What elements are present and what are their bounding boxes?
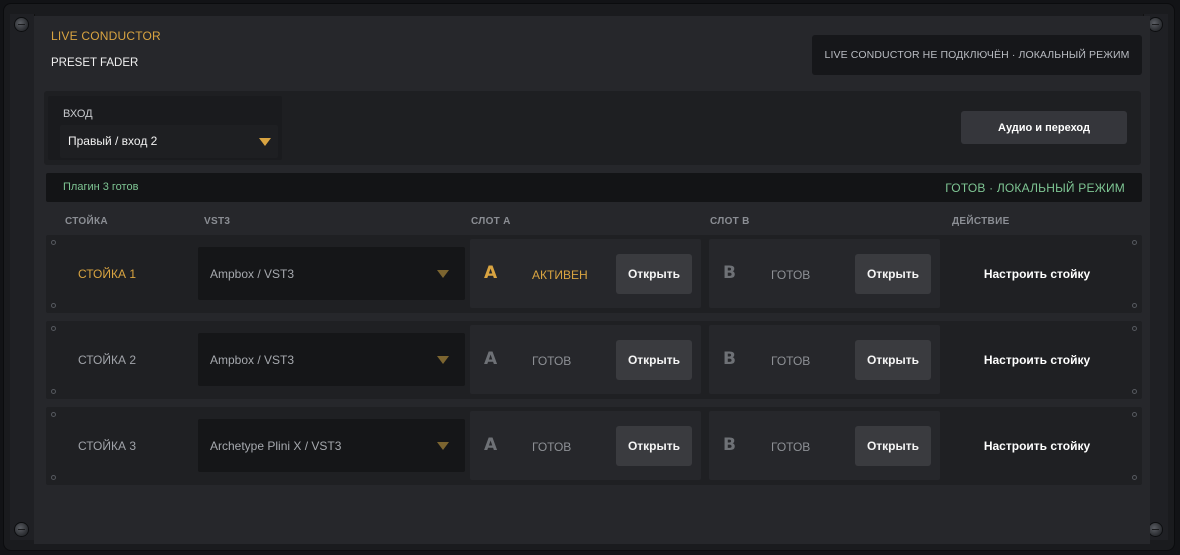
screw-icon xyxy=(15,18,28,31)
slot-b-status: ГОТОВ xyxy=(771,354,811,368)
rack-screw-icon xyxy=(51,326,56,331)
column-header-slot-b: СЛОТ B xyxy=(710,216,750,227)
rack-screw-icon xyxy=(51,240,56,245)
screw-icon xyxy=(1149,523,1162,536)
chevron-down-icon xyxy=(437,270,449,278)
rack-screw-icon xyxy=(51,412,56,417)
slot-b-status: ГОТОВ xyxy=(771,268,811,282)
screw-icon xyxy=(15,523,28,536)
page-subtitle: PRESET FADER xyxy=(51,57,139,69)
open-slot-b-button[interactable]: Открыть xyxy=(855,340,931,380)
slot-a-letter: A xyxy=(484,349,498,369)
vst-select-value: Ampbox / VST3 xyxy=(210,353,295,367)
vst-select[interactable]: Archetype Plini X / VST3 xyxy=(198,419,465,472)
slot-a-status: АКТИВЕН xyxy=(532,268,588,282)
column-header-vst: VST3 xyxy=(204,216,231,227)
slot-b-letter: B xyxy=(723,263,736,283)
vst-select-value: Archetype Plini X / VST3 xyxy=(210,439,342,453)
open-slot-b-button[interactable]: Открыть xyxy=(855,254,931,294)
rack-screw-icon xyxy=(51,475,56,480)
rack-screw-icon xyxy=(1132,475,1137,480)
rack-screw-icon xyxy=(51,389,56,394)
rack-name: СТОЙКА 3 xyxy=(78,439,137,453)
open-slot-a-button[interactable]: Открыть xyxy=(616,426,692,466)
connection-status: LIVE CONDUCTOR НЕ ПОДКЛЮЧЁН · ЛОКАЛЬНЫЙ … xyxy=(812,35,1142,75)
rack-screw-icon xyxy=(1132,326,1137,331)
input-select[interactable]: Правый / вход 2 xyxy=(60,125,278,158)
slot-b-letter: B xyxy=(723,435,736,455)
input-select-value: Правый / вход 2 xyxy=(68,134,158,148)
chevron-down-icon xyxy=(437,356,449,364)
rack-row: СТОЙКА 3 Archetype Plini X / VST3 A ГОТО… xyxy=(46,407,1142,485)
vst-select-value: Ampbox / VST3 xyxy=(210,267,295,281)
brand-title: LIVE CONDUCTOR xyxy=(51,29,161,43)
slot-b: B ГОТОВ Открыть xyxy=(709,239,940,308)
slot-a-letter: A xyxy=(484,263,498,283)
vst-select[interactable]: Ampbox / VST3 xyxy=(198,333,465,386)
input-label: ВХОД xyxy=(63,108,93,120)
configure-rack-button[interactable]: Настроить стойку xyxy=(952,259,1122,289)
main-panel: LIVE CONDUCTOR PRESET FADER LIVE CONDUCT… xyxy=(34,16,1150,544)
slot-a: A ГОТОВ Открыть xyxy=(470,325,701,394)
rack-name: СТОЙКА 2 xyxy=(78,353,137,367)
slot-a-status: ГОТОВ xyxy=(532,440,572,454)
rack-row: СТОЙКА 1 Ampbox / VST3 A АКТИВЕН Открыть… xyxy=(46,235,1142,313)
slot-a: A АКТИВЕН Открыть xyxy=(470,239,701,308)
open-slot-b-button[interactable]: Открыть xyxy=(855,426,931,466)
plugin-status: Плагин 3 готов xyxy=(63,181,139,193)
column-header-slot-a: СЛОТ A xyxy=(471,216,511,227)
screw-icon xyxy=(1149,18,1162,31)
chevron-down-icon xyxy=(259,138,271,146)
slot-a: A ГОТОВ Открыть xyxy=(470,411,701,480)
configure-rack-button[interactable]: Настроить стойку xyxy=(952,431,1122,461)
column-header-action: ДЕЙСТВИЕ xyxy=(952,216,1010,227)
input-group: ВХОД Правый / вход 2 xyxy=(48,96,282,160)
configure-rack-button[interactable]: Настроить стойку xyxy=(952,345,1122,375)
open-slot-a-button[interactable]: Открыть xyxy=(616,340,692,380)
vst-select[interactable]: Ampbox / VST3 xyxy=(198,247,465,300)
rack-screw-icon xyxy=(1132,389,1137,394)
slot-b-letter: B xyxy=(723,349,736,369)
app-window: LIVE CONDUCTOR PRESET FADER LIVE CONDUCT… xyxy=(3,3,1175,551)
status-bar: Плагин 3 готов ГОТОВ · ЛОКАЛЬНЫЙ РЕЖИМ xyxy=(46,173,1142,202)
left-rack-rail xyxy=(10,14,35,540)
rack-row: СТОЙКА 2 Ampbox / VST3 A ГОТОВ Открыть B… xyxy=(46,321,1142,399)
audio-transition-button[interactable]: Аудио и переход xyxy=(961,111,1127,144)
slot-a-letter: A xyxy=(484,435,498,455)
rack-screw-icon xyxy=(1132,412,1137,417)
slot-a-status: ГОТОВ xyxy=(532,354,572,368)
rack-name: СТОЙКА 1 xyxy=(78,267,137,281)
slot-b: B ГОТОВ Открыть xyxy=(709,325,940,394)
chevron-down-icon xyxy=(437,442,449,450)
open-slot-a-button[interactable]: Открыть xyxy=(616,254,692,294)
rack-screw-icon xyxy=(1132,303,1137,308)
rack-screw-icon xyxy=(51,303,56,308)
slot-b-status: ГОТОВ xyxy=(771,440,811,454)
mode-status: ГОТОВ · ЛОКАЛЬНЫЙ РЕЖИМ xyxy=(945,181,1125,195)
column-header-rack: СТОЙКА xyxy=(65,216,108,227)
rack-screw-icon xyxy=(1132,240,1137,245)
slot-b: B ГОТОВ Открыть xyxy=(709,411,940,480)
